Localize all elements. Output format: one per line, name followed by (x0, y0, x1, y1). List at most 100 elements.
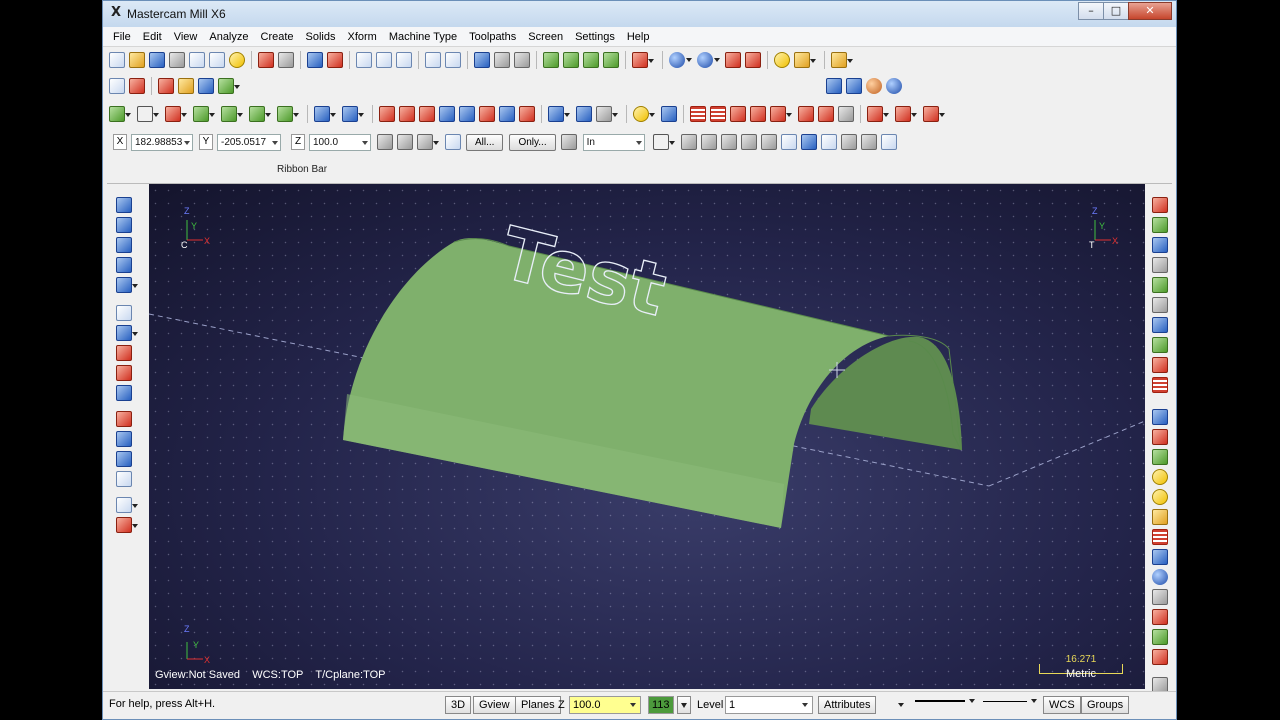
level-field[interactable]: 1 (725, 696, 813, 714)
select-back-icon[interactable] (780, 134, 797, 150)
blocks-icon[interactable] (1152, 317, 1168, 333)
drill-icon[interactable] (923, 106, 945, 122)
line-width-icon[interactable] (983, 701, 1027, 702)
merge-icon[interactable] (209, 52, 225, 68)
zoom-selected-icon[interactable] (396, 52, 412, 68)
filmstrip-icon[interactable] (1152, 297, 1168, 313)
menu-solids[interactable]: Solids (300, 31, 342, 43)
note-icon[interactable] (1152, 649, 1168, 665)
surface-grid-icon[interactable] (838, 106, 854, 122)
screen-icon[interactable] (494, 52, 510, 68)
drag-icon[interactable] (596, 106, 618, 122)
color-dropdown-button[interactable] (677, 696, 691, 714)
scale-icon[interactable] (439, 106, 455, 122)
select-verify-icon[interactable] (820, 134, 837, 150)
mirror-icon[interactable] (399, 106, 415, 122)
save-icon[interactable] (149, 52, 165, 68)
solid-box-icon[interactable] (770, 106, 792, 122)
undo-icon[interactable] (258, 52, 274, 68)
menu-view[interactable]: View (168, 31, 204, 43)
z-depth-field[interactable]: 100.0 (569, 696, 641, 714)
solid-manager-icon[interactable] (116, 471, 132, 487)
primitive-solid-icon[interactable] (116, 277, 138, 293)
selection-help-icon[interactable] (880, 134, 897, 150)
rotate-icon[interactable] (419, 106, 435, 122)
move-down-icon[interactable] (1152, 257, 1168, 273)
wireframe-icon[interactable] (563, 52, 579, 68)
draft-face-icon[interactable] (116, 411, 132, 427)
solid-extrude-icon[interactable] (730, 106, 746, 122)
select-solid-icon[interactable] (700, 134, 717, 150)
minimize-button[interactable]: – (1078, 2, 1104, 20)
break-icon[interactable] (342, 106, 364, 122)
menu-xform[interactable]: Xform (342, 31, 383, 43)
sphere-view-icon[interactable] (697, 52, 720, 68)
grid-icon[interactable] (129, 78, 145, 94)
help-question-icon[interactable] (445, 134, 461, 150)
solid-view-icon[interactable] (632, 52, 654, 68)
pen-icon[interactable] (1152, 469, 1168, 485)
color-field[interactable]: 113 (648, 696, 674, 714)
trim-solid-icon[interactable] (116, 385, 132, 401)
translate-icon[interactable] (379, 106, 395, 122)
distance-icon[interactable] (661, 106, 677, 122)
help-tools-icon[interactable] (1152, 197, 1168, 213)
cube-green-icon[interactable] (1152, 277, 1168, 293)
lock-icon[interactable] (397, 134, 413, 150)
menu-settings[interactable]: Settings (569, 31, 621, 43)
y-coordinate-field[interactable]: -205.0517 (217, 133, 281, 151)
fast-point-icon[interactable] (377, 134, 393, 150)
array-icon[interactable] (499, 106, 515, 122)
pan-icon[interactable] (307, 52, 323, 68)
stretch-icon[interactable] (519, 106, 535, 122)
close-button[interactable]: ✕ (1128, 2, 1172, 20)
table-icon[interactable] (690, 106, 706, 122)
chamfer-edge-icon[interactable] (116, 365, 132, 381)
boolean-solid-icon[interactable] (116, 325, 138, 341)
fillet-icon[interactable] (221, 106, 243, 122)
revolve-solid-icon[interactable] (116, 217, 132, 233)
analyze-icon[interactable] (633, 106, 655, 122)
flag-icon[interactable] (158, 78, 174, 94)
verify-icon[interactable] (826, 78, 842, 94)
select-cursor-icon[interactable] (680, 134, 697, 150)
selection-mode-dropdown[interactable]: In (582, 133, 645, 151)
print-icon[interactable] (169, 52, 185, 68)
thicken-icon[interactable] (116, 451, 132, 467)
new-doc-icon[interactable] (109, 78, 125, 94)
fit-icon[interactable] (356, 52, 372, 68)
surface-trim-icon[interactable] (895, 106, 917, 122)
isometric-view-icon[interactable] (1152, 217, 1168, 233)
eraser-icon[interactable] (745, 52, 761, 68)
attributes-button[interactable]: Attributes (818, 696, 877, 714)
nest-icon[interactable] (576, 106, 592, 122)
sketch-icon[interactable] (794, 52, 816, 68)
simulate-icon[interactable] (866, 78, 882, 94)
loft-solid-icon[interactable] (116, 257, 132, 273)
car-icon[interactable] (1152, 429, 1168, 445)
zoom-in-icon[interactable] (445, 52, 461, 68)
rectangle-icon[interactable] (277, 106, 299, 122)
extrude-solid-icon[interactable] (116, 197, 132, 213)
plus-green-icon[interactable] (1152, 449, 1168, 465)
menu-machine-type[interactable]: Machine Type (383, 31, 463, 43)
shell-solid-icon[interactable] (116, 305, 132, 321)
autocursor-settings-icon[interactable] (417, 134, 439, 150)
new-file-icon[interactable] (109, 52, 125, 68)
groups-button[interactable]: Groups (1081, 696, 1130, 714)
solid-tools-icon[interactable] (116, 517, 138, 533)
fillet-edge-icon[interactable] (116, 345, 132, 361)
z-coordinate-field[interactable]: 100.0 (309, 133, 371, 151)
surface-icon[interactable] (867, 106, 889, 122)
solid-revolve-icon[interactable] (750, 106, 766, 122)
circle-icon[interactable] (1152, 489, 1168, 505)
line-icon[interactable] (137, 106, 159, 122)
pencil-icon[interactable] (774, 52, 790, 68)
wcs-button[interactable]: WCS (1043, 696, 1081, 714)
select-line-icon[interactable] (652, 134, 675, 150)
post-icon[interactable] (886, 78, 902, 94)
l-shape-icon[interactable] (1152, 337, 1168, 353)
operations-icon[interactable] (218, 78, 240, 94)
zoom-window-icon[interactable] (376, 52, 392, 68)
menu-edit[interactable]: Edit (137, 31, 168, 43)
